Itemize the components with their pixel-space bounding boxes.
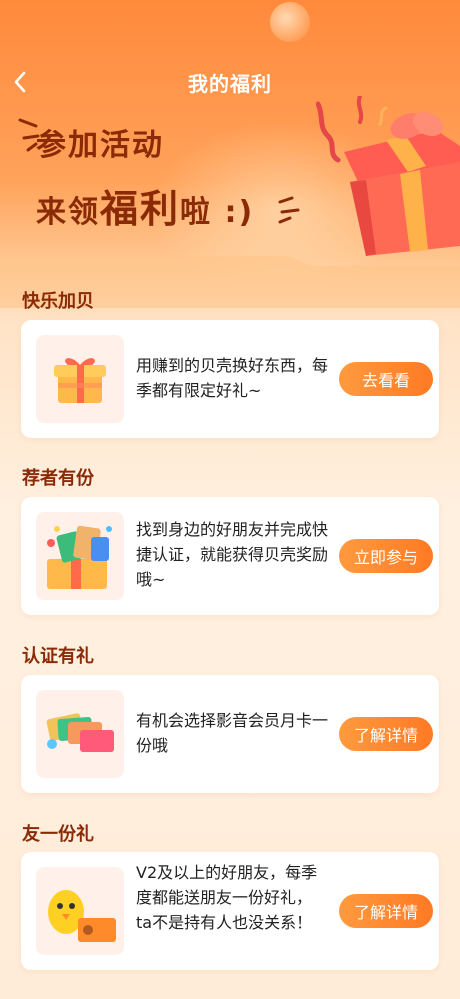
welfare-card-verification: 有机会选择影音会员月卡一份哦 了解详情 [21,675,439,793]
back-button[interactable] [6,68,34,96]
hero-line-2-suffix: 啦 :) [180,195,255,230]
join-now-button[interactable]: 立即参与 [339,539,433,573]
card-thumbnail [36,512,124,600]
hero-line-2: 来领福利啦 :) [36,178,254,233]
membership-cards-icon [46,713,114,752]
welfare-card-happy-shells: 用赚到的贝壳换好东西，每季都有限定好礼~ 去看看 [21,320,439,438]
card-thumbnail [36,335,124,423]
hero-accent-dashes-icon [18,118,40,152]
learn-more-button[interactable]: 了解详情 [339,894,433,928]
card-description: 有机会选择影音会员月卡一份哦 [136,711,329,755]
welfare-card-friend-gift: V2及以上的好朋友，每季度都能送朋友一份好礼，ta不是持有人也没关系！ 了解详情 [21,852,439,970]
hero-line-2-highlight: 福利 [100,187,181,231]
hero-line-1: 参加活动 [36,128,164,163]
page-title: 我的福利 [188,71,272,96]
card-description: V2及以上的好朋友，每季度都能送朋友一份好礼，ta不是持有人也没关系！ [136,863,318,932]
go-see-button[interactable]: 去看看 [339,362,433,396]
hero-line-2-prefix: 来领 [36,195,100,230]
gift-box-icon [54,358,106,403]
chevron-left-icon [14,71,26,93]
gift-box-illustration-icon [316,96,460,256]
chick-mascot-card-icon [48,890,116,942]
section-title-verification: 认证有礼 [22,646,94,667]
card-description: 用赚到的贝壳换好东西，每季都有限定好礼~ [136,356,329,400]
section-title-referral: 荐者有份 [22,468,94,489]
hero-accent-dashes-right-icon [278,196,300,224]
card-thumbnail [36,690,124,778]
hero-banner-text: 参加活动 来领福利啦 :) [36,120,254,233]
section-title-friend-gift: 友一份礼 [22,824,94,845]
card-description: 找到身边的好朋友并完成快捷认证，就能获得贝壳奖励哦~ [136,520,329,589]
card-thumbnail [36,867,124,955]
section-title-happy-shells: 快乐加贝 [22,291,94,312]
learn-more-button[interactable]: 了解详情 [339,717,433,751]
gift-cards-box-icon [47,525,112,589]
sun-decoration [270,2,310,42]
welfare-card-referral: 找到身边的好朋友并完成快捷认证，就能获得贝壳奖励哦~ 立即参与 [21,497,439,615]
